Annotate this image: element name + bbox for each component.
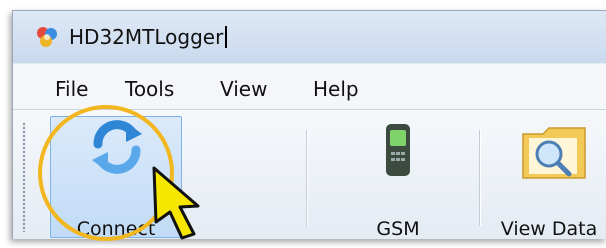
app-window: HD32MTLogger File Tools View Help Connec… <box>12 10 606 239</box>
toolbar: Connect GSM View Data <box>13 109 606 239</box>
view-data-label: View Data <box>500 218 598 239</box>
app-logo-icon <box>37 27 57 47</box>
menu-tools[interactable]: Tools <box>125 77 174 101</box>
view-data-button[interactable]: View Data <box>491 110 606 239</box>
connect-refresh-icon <box>92 120 142 174</box>
window-title: HD32MTLogger <box>69 26 228 48</box>
menu-view[interactable]: View <box>220 77 267 101</box>
toolbar-grip[interactable] <box>22 122 26 232</box>
gsm-phone-icon <box>386 124 410 176</box>
toolbar-separator <box>479 130 480 226</box>
menu-bar: File Tools View Help <box>13 63 606 110</box>
menu-help[interactable]: Help <box>313 77 359 101</box>
view-data-folder-icon <box>522 127 586 179</box>
gsm-button[interactable]: GSM <box>343 110 453 239</box>
toolbar-separator <box>306 130 307 226</box>
pointer-arrow-icon <box>152 166 200 240</box>
gsm-label: GSM <box>376 218 420 239</box>
menu-file[interactable]: File <box>55 77 88 101</box>
title-bar: HD32MTLogger <box>13 11 606 63</box>
